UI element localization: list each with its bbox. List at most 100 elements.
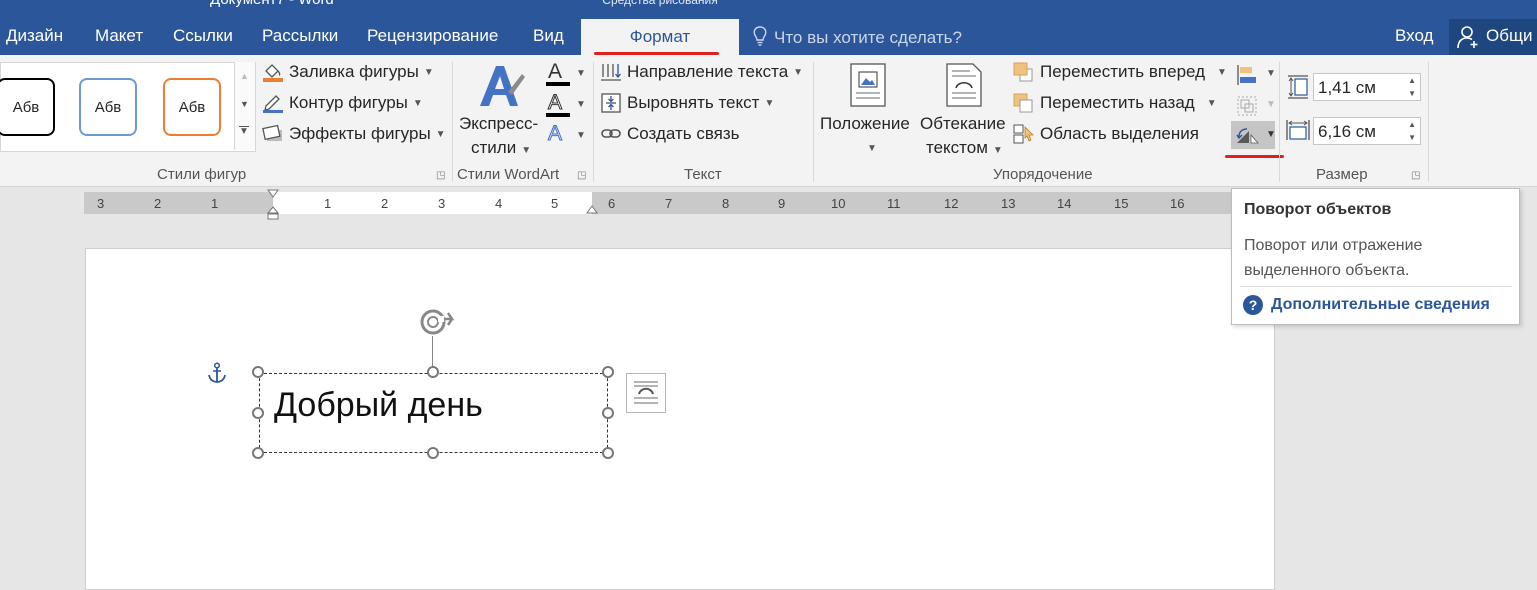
position-page-icon <box>850 63 886 107</box>
person-add-icon <box>1457 26 1478 49</box>
tooltip-more-info-link[interactable]: ? Дополнительные сведения <box>1243 295 1490 315</box>
text-fill-color-bar <box>546 82 570 86</box>
wordart-dialog-launcher-icon[interactable]: ◳ <box>577 170 586 181</box>
chevron-down-icon: ▼ <box>435 128 446 140</box>
text-direction-button[interactable]: Направление текста ▼ <box>600 62 803 82</box>
sign-in-link[interactable]: Вход <box>1395 26 1433 46</box>
selection-pane-icon <box>1013 124 1034 144</box>
shape-width-input[interactable]: 6,16 см ▲ ▼ <box>1313 117 1421 145</box>
group-objects-button[interactable]: ▼ <box>1234 93 1276 119</box>
ruler-text-area <box>273 192 592 214</box>
create-link-button[interactable]: Создать связь <box>600 124 740 144</box>
text-fill-button[interactable]: A ▼ <box>545 60 586 88</box>
spin-down-icon[interactable]: ▼ <box>1408 89 1416 98</box>
tell-me-box[interactable]: Что вы хотите сделать? <box>752 26 962 48</box>
spin-up-icon[interactable]: ▲ <box>1408 120 1416 129</box>
rotate-highlight-underline <box>1225 155 1284 158</box>
shape-outline-button[interactable]: Контур фигуры ▼ <box>262 93 423 113</box>
shape-fill-label: Заливка фигуры <box>289 62 419 81</box>
ruler-number: 9 <box>778 196 786 211</box>
right-indent-marker-icon[interactable] <box>586 205 598 215</box>
group-separator <box>593 62 594 182</box>
tab-references[interactable]: Ссылки <box>173 26 233 46</box>
text-effects-button[interactable]: A ▼ <box>545 122 585 150</box>
shape-fill-button[interactable]: Заливка фигуры ▼ <box>262 62 434 82</box>
position-label: Положение <box>820 114 910 133</box>
share-button[interactable]: Общи <box>1449 19 1537 55</box>
chevron-down-icon: ▼ <box>1206 97 1217 109</box>
align-text-button[interactable]: Выровнять текст ▼ <box>600 93 774 113</box>
shape-style-preset-2[interactable]: Абв <box>79 78 137 136</box>
align-objects-button[interactable]: ▼ <box>1234 62 1276 88</box>
size-dialog-launcher-icon[interactable]: ◳ <box>1411 170 1420 181</box>
chevron-down-icon: ▼ <box>764 97 775 109</box>
resize-handle-top-left[interactable] <box>252 366 264 378</box>
layout-options-button[interactable] <box>626 373 666 413</box>
rotate-objects-button[interactable]: ▼ <box>1231 121 1276 149</box>
wrap-text-label-2: текстом <box>926 138 988 157</box>
group-label-shape-styles: Стили фигур <box>157 166 247 183</box>
shape-effects-button[interactable]: Эффекты фигуры ▼ <box>262 124 446 144</box>
quick-styles-label-2-wrap: стили ▼ <box>471 138 531 158</box>
resize-handle-bottom[interactable] <box>427 447 439 459</box>
wordart-a-icon <box>480 66 525 106</box>
gallery-more-icon[interactable]: ▼ <box>239 126 249 137</box>
ruler-number: 1 <box>324 196 332 211</box>
tab-format[interactable]: Формат <box>581 19 739 55</box>
selection-pane-button[interactable]: Область выделения <box>1013 124 1199 144</box>
chevron-down-icon: ▼ <box>867 143 877 154</box>
ruler-number: 14 <box>1057 196 1072 211</box>
position-button[interactable]: Положение ▼ <box>818 60 916 160</box>
paint-bucket-icon <box>263 64 283 82</box>
shape-height-input[interactable]: 1,41 см ▲ ▼ <box>1313 73 1421 101</box>
tooltip-description: Поворот или отражение выделенного объект… <box>1244 237 1423 279</box>
gallery-scroll-up-icon[interactable]: ▲ <box>240 71 249 81</box>
text-outline-button[interactable]: A ▼ <box>545 91 586 119</box>
wrap-text-button[interactable]: Обтекание текстом ▼ <box>918 60 1010 160</box>
chevron-down-icon: ▼ <box>1217 66 1227 78</box>
group-label-arrange: Упорядочение <box>993 166 1093 183</box>
shape-styles-dialog-launcher-icon[interactable]: ◳ <box>436 170 445 181</box>
tab-view[interactable]: Вид <box>533 26 564 46</box>
tooltip-divider <box>1240 286 1512 287</box>
bring-forward-button[interactable]: Переместить вперед ▼ <box>1013 62 1227 82</box>
spin-up-icon[interactable]: ▲ <box>1408 76 1416 85</box>
text-box-shape[interactable]: Добрый день <box>259 373 608 453</box>
send-backward-button[interactable]: Переместить назад ▼ <box>1013 93 1217 113</box>
group-separator <box>1279 62 1280 182</box>
resize-handle-top-right[interactable] <box>602 366 614 378</box>
wrap-text-label-1: Обтекание <box>920 114 1006 133</box>
first-line-indent-marker-icon[interactable] <box>267 189 279 199</box>
tab-design[interactable]: Дизайн <box>6 26 63 46</box>
shape-style-preset-3[interactable]: Абв <box>163 78 221 136</box>
ruler-number: 8 <box>722 196 730 211</box>
quick-styles-label-1: Экспресс- <box>459 114 539 133</box>
resize-handle-left[interactable] <box>252 407 264 419</box>
chevron-down-icon: ▼ <box>1266 129 1276 140</box>
gallery-scroll-down-icon[interactable]: ▼ <box>240 99 249 109</box>
ruler-number: 15 <box>1114 196 1129 211</box>
quick-styles-button[interactable]: Экспресс- стили ▼ <box>458 60 542 160</box>
chevron-down-icon: ▼ <box>576 68 586 79</box>
spin-down-icon[interactable]: ▼ <box>1408 133 1416 142</box>
tab-mailings[interactable]: Рассылки <box>262 26 338 46</box>
tab-review[interactable]: Рецензирование <box>367 26 498 46</box>
text-direction-label: Направление текста <box>627 62 789 81</box>
resize-handle-bottom-left[interactable] <box>252 447 264 459</box>
resize-handle-top[interactable] <box>427 366 439 378</box>
horizontal-ruler[interactable]: 3 2 1 1 2 3 4 5 6 7 8 9 10 11 12 13 14 1… <box>84 189 1234 220</box>
resize-handle-bottom-right[interactable] <box>602 447 614 459</box>
title-tab-bar: Документ7 - Word Средства рисования Диза… <box>0 0 1537 55</box>
tab-layout[interactable]: Макет <box>95 26 143 46</box>
anchor-icon[interactable] <box>207 362 227 384</box>
shape-width-value: 6,16 см <box>1318 122 1376 141</box>
gallery-scrollbar[interactable]: ▲ ▼ ▼ <box>234 62 255 150</box>
resize-handle-right[interactable] <box>602 407 614 419</box>
window-title: Документ7 - Word <box>210 0 334 8</box>
chevron-down-icon: ▼ <box>412 97 423 109</box>
rotate-handle-icon[interactable] <box>418 306 456 338</box>
shape-text[interactable]: Добрый день <box>274 386 483 425</box>
tooltip-more-info-label: Дополнительные сведения <box>1271 296 1490 313</box>
hanging-indent-marker-icon[interactable] <box>267 206 279 220</box>
shape-style-preset-1[interactable]: Абв <box>0 78 55 136</box>
